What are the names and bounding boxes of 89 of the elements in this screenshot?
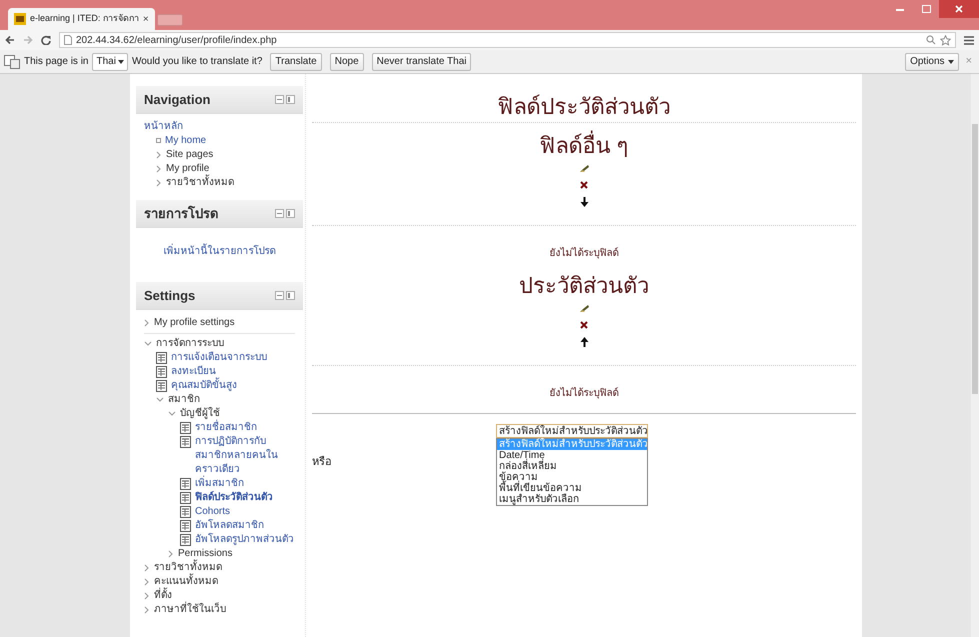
page-icon <box>180 436 191 448</box>
reload-icon[interactable] <box>41 35 51 45</box>
address-field[interactable]: 202.44.34.62/elearning/user/profile/index.php <box>59 32 956 48</box>
tree-link[interactable]: หน้าหลัก <box>144 120 183 134</box>
translate-bar-button[interactable]: Translate <box>270 52 322 70</box>
close-button[interactable] <box>939 0 979 18</box>
scrollbar-thumb[interactable] <box>972 124 978 394</box>
tree-link[interactable]: เพิ่มสมาชิก <box>195 477 244 491</box>
tree-link[interactable]: การปฏิบัติการกับสมาชิกหลายคนในคราวเดียว <box>195 435 295 477</box>
dock-block-icon[interactable] <box>275 208 295 218</box>
translate-prompt: This page is in <box>24 55 88 69</box>
scrollbar[interactable] <box>971 74 979 637</box>
empty-message: ยังไม่ได้ระบุฟิลด์ <box>548 386 620 401</box>
category-heading: ฟิลด์อื่น ๆ <box>312 133 856 159</box>
caret-icon <box>118 60 124 64</box>
site-logo-icon <box>14 13 26 25</box>
star-icon[interactable] <box>940 34 951 46</box>
url-text: 202.44.34.62/elearning/user/profile/index.php <box>76 34 277 48</box>
tree-link[interactable]: ฟิลด์ประวัติส่วนตัว <box>195 491 273 505</box>
chevron-right-icon[interactable] <box>168 550 174 558</box>
tree-link[interactable]: Permissions <box>178 547 232 561</box>
edit-icon[interactable] <box>580 165 588 173</box>
page-icon <box>156 366 167 378</box>
empty-message: ยังไม่ได้ระบุฟิลด์ <box>548 246 620 261</box>
delete-icon[interactable] <box>580 321 588 329</box>
page-icon <box>180 492 191 504</box>
block-title: รายการโปรด <box>144 204 218 223</box>
arrow-up-icon[interactable] <box>580 337 588 347</box>
tree-link[interactable]: รายชื่อสมาชิก <box>195 421 257 435</box>
tab-title: e-learning | ITED: การจัดกา <box>30 12 139 26</box>
page-icon <box>180 520 191 532</box>
tree-link[interactable]: สมาชิก <box>168 393 200 407</box>
dock-block-icon[interactable] <box>275 94 295 104</box>
dock-block-icon[interactable] <box>275 290 295 300</box>
back-icon[interactable] <box>5 35 15 45</box>
options-dropdown[interactable]: Options <box>905 52 959 70</box>
dropdown-option[interactable]: พื้นที่เขียนข้อความ <box>497 483 647 494</box>
page-icon <box>180 422 191 434</box>
page-icon <box>64 35 72 45</box>
tree-link[interactable]: รายวิชาทั้งหมด <box>154 561 222 575</box>
page-icon <box>180 478 191 490</box>
block-title: Settings <box>144 286 196 305</box>
category-heading: ประวัติส่วนตัว <box>518 273 650 299</box>
chevron-right-icon[interactable] <box>144 319 150 327</box>
page-heading: ฟิลด์ประวัติส่วนตัว <box>496 94 672 120</box>
tree-link[interactable]: ภาษาที่ใช้ในเว็บ <box>154 603 226 617</box>
tree-link[interactable]: My home <box>165 134 206 148</box>
tree-link[interactable]: อัพโหลดรูปภาพส่วนตัว <box>195 533 294 547</box>
chevron-down-icon[interactable] <box>144 341 152 347</box>
block-title: Navigation <box>144 90 210 109</box>
tree-link[interactable]: ลงทะเบียน <box>171 365 216 379</box>
translate-bar-button[interactable]: Never translate Thai <box>372 52 472 70</box>
tree-link[interactable]: Site pages <box>166 148 214 162</box>
add-favorite-link[interactable]: เพิ่มหน้านี้ในรายการโปรด <box>164 246 276 257</box>
browser-tab[interactable]: e-learning | ITED: การจัดกา × <box>8 8 155 30</box>
bullet-icon <box>156 138 161 143</box>
minimize-icon <box>896 8 904 10</box>
tree-link[interactable]: การแจ้งเตือนจากระบบ <box>171 351 267 365</box>
translate-question: Would you like to translate it? <box>132 55 262 69</box>
edit-icon[interactable] <box>580 305 588 313</box>
translate-bar-button[interactable]: Nope <box>330 52 364 70</box>
language-dropdown[interactable]: Thai <box>92 52 128 70</box>
forward-icon[interactable] <box>23 35 33 45</box>
tree-link[interactable]: บัญชีผู้ใช้ <box>180 407 220 421</box>
or-label: หรือ <box>312 454 333 470</box>
maximize-icon <box>922 5 930 13</box>
tab-close[interactable]: × <box>142 12 149 26</box>
menu-icon[interactable] <box>964 36 974 44</box>
tree-link[interactable]: คะแนนทั้งหมด <box>154 575 218 589</box>
arrow-down-icon[interactable] <box>580 197 588 207</box>
tree-link[interactable]: My profile settings <box>154 316 235 330</box>
page-icon <box>180 534 191 546</box>
tree-link[interactable]: การจัดการระบบ <box>156 337 224 351</box>
tree-link[interactable]: อัพโหลดสมาชิก <box>195 519 264 533</box>
caret-icon <box>948 60 954 64</box>
page-icon <box>180 506 191 518</box>
tree-link[interactable]: My profile <box>166 162 210 176</box>
page-icon <box>156 380 167 392</box>
delete-icon[interactable] <box>580 181 588 189</box>
tree-link[interactable]: ที่ตั้ง <box>154 589 172 603</box>
dropdown-option[interactable]: เมนูสำหรับตัวเลือก <box>497 494 647 505</box>
translate-icon <box>4 54 20 68</box>
page-icon <box>156 352 167 364</box>
dropdown-option[interactable]: กล่องสี่เหลี่ยม <box>497 461 647 472</box>
zoom-icon[interactable] <box>926 35 936 45</box>
tree-link[interactable]: Cohorts <box>195 505 230 519</box>
new-tab-button[interactable] <box>156 14 183 26</box>
close-icon <box>955 5 963 13</box>
tree-link[interactable]: คุณสมบัติขั้นสูง <box>171 379 237 393</box>
